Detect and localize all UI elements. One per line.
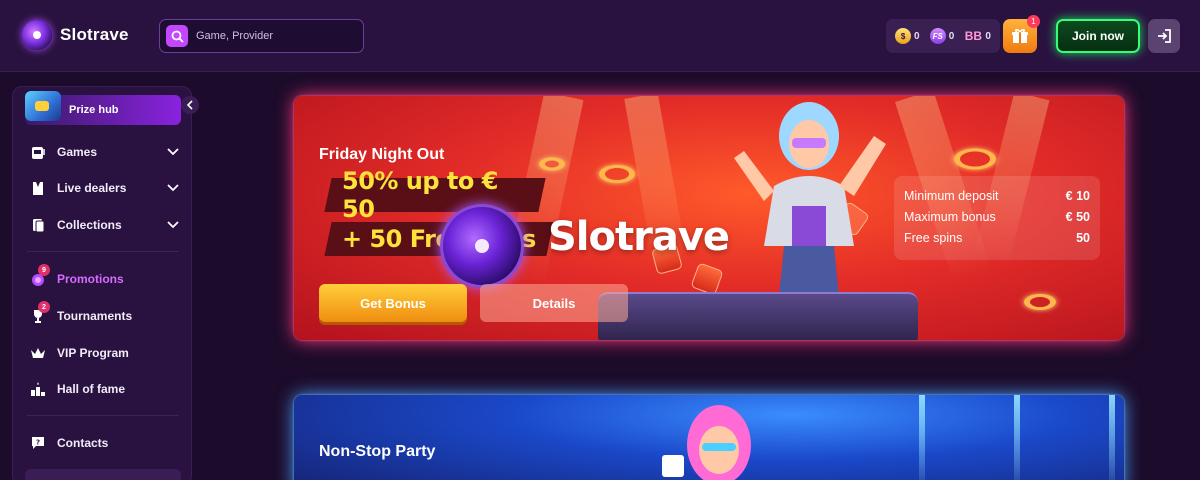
sidebar-item-label: Hall of fame	[57, 382, 126, 396]
banner-title: Non-Stop Party	[319, 443, 436, 460]
sidebar-item-hall-of-fame[interactable]: Hall of fame	[29, 377, 179, 401]
sidebar-item-label: Promotions	[57, 272, 124, 286]
offer-line-2-text: + 50 Fre	[342, 225, 452, 253]
gold-coin-icon: $	[895, 28, 912, 44]
light-beam	[1109, 395, 1115, 480]
promotions-icon: 9	[29, 264, 50, 288]
bonus-balance-icon: BB	[964, 29, 983, 43]
logo-icon	[22, 20, 52, 50]
get-bonus-button[interactable]: Get Bonus	[319, 284, 467, 322]
light-beam	[919, 395, 925, 480]
chevron-left-icon	[186, 100, 193, 110]
ring-decoration	[599, 165, 635, 183]
sidebar-item-vip-program[interactable]: VIP Program	[29, 341, 179, 365]
logo[interactable]: Slotrave	[22, 20, 129, 50]
banner-title: Friday Night Out	[319, 146, 445, 163]
sidebar-item-promotions[interactable]: 9 Promotions	[29, 264, 179, 291]
gold-coin-value: 0	[914, 30, 920, 42]
sidebar-divider	[27, 415, 179, 416]
gift-icon	[1012, 28, 1028, 43]
prize-hub-image	[25, 91, 61, 121]
info-value: € 50	[1065, 210, 1090, 224]
sidebar-item-label: Collections	[57, 218, 122, 232]
sidebar: Prize hub Games Live dealers Collections…	[12, 86, 192, 480]
info-label: Minimum deposit	[904, 189, 999, 203]
tournaments-badge: 2	[38, 301, 50, 313]
free-spins-balance[interactable]: FS 0	[929, 28, 955, 44]
banner-brand-text: Slotrave	[548, 214, 730, 260]
party-character-illustration	[662, 405, 751, 480]
balances-panel[interactable]: $ 0 FS 0 BB 0	[886, 19, 1000, 53]
search-box[interactable]	[159, 19, 364, 53]
search-icon[interactable]	[166, 25, 188, 47]
sidebar-item-label: VIP Program	[57, 346, 129, 360]
chevron-down-icon[interactable]	[167, 145, 179, 159]
ring-decoration	[1024, 294, 1056, 310]
crown-icon	[29, 344, 47, 362]
chevron-down-icon[interactable]	[167, 181, 179, 195]
info-row-min-deposit: Minimum deposit € 10	[904, 186, 1090, 207]
info-row-max-bonus: Maximum bonus € 50	[904, 207, 1090, 228]
offer-line-1: 50% up to € 50	[324, 167, 546, 223]
podium-icon	[29, 380, 47, 398]
ring-decoration	[954, 148, 996, 170]
info-row-free-spins: Free spins 50	[904, 228, 1090, 249]
info-value: € 10	[1065, 189, 1090, 203]
free-spins-value: 0	[948, 30, 955, 42]
free-spins-icon: FS	[929, 28, 946, 44]
sidebar-item-tournaments[interactable]: 2 Tournaments	[29, 301, 179, 328]
info-value: 50	[1076, 231, 1090, 245]
offer-line-2-tail: s	[522, 225, 536, 253]
sidebar-item-label: Games	[57, 145, 98, 159]
sidebar-item-live-dealers[interactable]: Live dealers	[29, 176, 179, 200]
bonus-info-card: Minimum deposit € 10 Maximum bonus € 50 …	[894, 176, 1100, 260]
gift-badge: 1	[1027, 15, 1040, 28]
slot-machine-icon	[29, 143, 47, 161]
logo-text: Slotrave	[60, 25, 129, 44]
slotrave-disc-logo	[440, 204, 524, 288]
sidebar-item-games[interactable]: Games	[29, 140, 179, 164]
dj-deck-illustration	[598, 292, 918, 340]
info-label: Free spins	[904, 231, 963, 245]
ring-decoration	[539, 157, 565, 171]
sidebar-item-label: Tournaments	[57, 309, 133, 323]
promotions-badge: 9	[38, 264, 50, 276]
promo-banner-non-stop-party[interactable]: Non-Stop Party	[294, 395, 1124, 480]
trophy-icon: 2	[29, 301, 50, 325]
chevron-down-icon[interactable]	[167, 218, 179, 232]
login-icon	[1158, 29, 1171, 43]
sidebar-bottom-item[interactable]	[25, 469, 181, 480]
svg-text:?: ?	[36, 439, 40, 447]
cards-icon	[29, 216, 47, 234]
join-now-button[interactable]: Join now	[1056, 19, 1140, 53]
light-beam	[1014, 395, 1020, 480]
bonus-balance[interactable]: BB 0	[964, 28, 991, 44]
gold-coin-balance[interactable]: $ 0	[895, 28, 920, 44]
info-label: Maximum bonus	[904, 210, 996, 224]
sidebar-item-contacts[interactable]: ? Contacts	[29, 431, 179, 455]
sidebar-collapse-button[interactable]	[181, 96, 199, 114]
top-header: Slotrave $ 0 FS 0 BB 0 1 Join now	[0, 0, 1200, 72]
dealer-icon	[29, 179, 47, 197]
chat-icon: ?	[29, 434, 47, 452]
details-button[interactable]: Details	[480, 284, 628, 322]
login-button[interactable]	[1148, 19, 1180, 53]
promo-banner-friday-night-out[interactable]: Friday Night Out 50% up to € 50 + 50 Fre…	[294, 96, 1124, 340]
sidebar-divider	[27, 251, 179, 252]
sidebar-item-label: Contacts	[57, 436, 109, 450]
search-input[interactable]	[196, 30, 346, 42]
bonus-balance-value: 0	[985, 30, 991, 42]
prize-hub-label: Prize hub	[69, 104, 119, 116]
sidebar-item-label: Live dealers	[57, 181, 127, 195]
sidebar-item-collections[interactable]: Collections	[29, 213, 179, 237]
